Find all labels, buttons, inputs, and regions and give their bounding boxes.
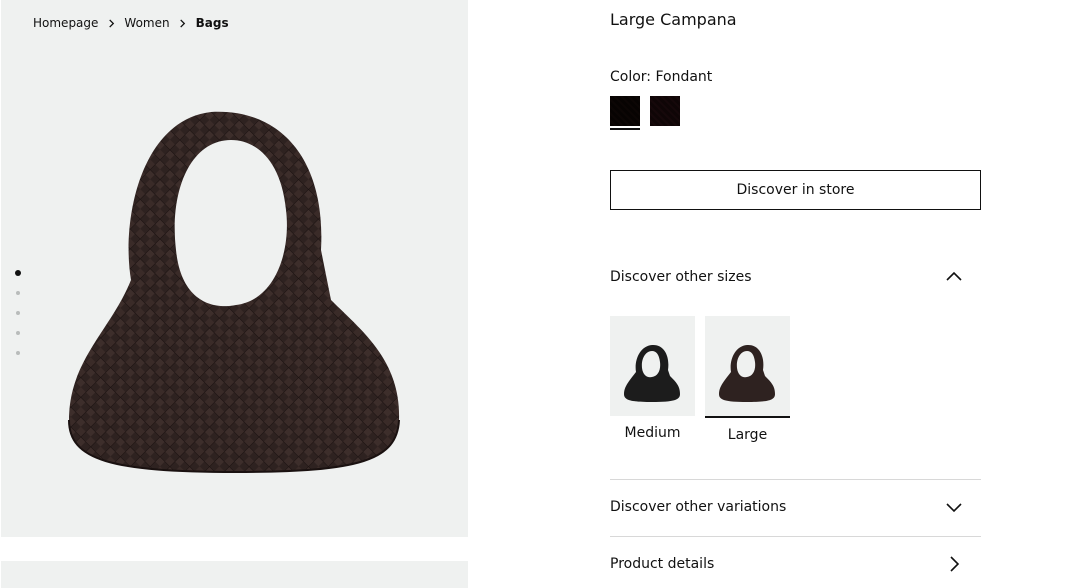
chevron-right-icon bbox=[170, 16, 196, 30]
breadcrumb-homepage[interactable]: Homepage bbox=[33, 16, 98, 30]
accordion-other-sizes[interactable]: Discover other sizes bbox=[610, 265, 981, 289]
size-medium-thumbnail bbox=[624, 344, 680, 402]
product-image-secondary[interactable] bbox=[1, 561, 468, 588]
gallery-dot-3[interactable] bbox=[16, 311, 20, 315]
size-label-medium: Medium bbox=[624, 425, 681, 441]
size-option-medium[interactable] bbox=[610, 316, 695, 416]
color-swatch-fondant[interactable] bbox=[610, 96, 640, 126]
product-details-label: Product details bbox=[610, 556, 715, 572]
chevron-up-icon bbox=[946, 271, 962, 281]
gallery-dot-1[interactable] bbox=[15, 270, 21, 276]
accordion-other-variations[interactable]: Discover other variations bbox=[610, 495, 981, 519]
product-title: Large Campana bbox=[610, 10, 737, 29]
gallery-dot-5[interactable] bbox=[16, 351, 20, 355]
breadcrumb: Homepage Women Bags bbox=[33, 16, 229, 30]
size-option-large[interactable] bbox=[705, 316, 790, 416]
chevron-right-icon bbox=[98, 16, 124, 30]
size-large-thumbnail bbox=[719, 344, 775, 402]
discover-in-store-button[interactable]: Discover in store bbox=[610, 170, 981, 210]
color-label: Color: Fondant bbox=[610, 69, 713, 85]
selected-swatch-indicator bbox=[610, 128, 640, 130]
divider bbox=[610, 479, 981, 480]
product-details-link[interactable]: Product details bbox=[610, 552, 981, 576]
color-swatch-alternate[interactable] bbox=[650, 96, 680, 126]
gallery-dot-2[interactable] bbox=[16, 291, 20, 295]
selected-size-indicator bbox=[705, 416, 790, 418]
breadcrumb-women[interactable]: Women bbox=[124, 16, 169, 30]
gallery-pagination-dots bbox=[15, 270, 21, 371]
chevron-right-icon bbox=[950, 556, 960, 572]
product-image bbox=[68, 111, 400, 474]
gallery-dot-4[interactable] bbox=[16, 331, 20, 335]
product-image-gallery[interactable]: Homepage Women Bags bbox=[1, 0, 468, 537]
accordion-other-variations-label: Discover other variations bbox=[610, 499, 787, 515]
divider bbox=[610, 536, 981, 537]
chevron-down-icon bbox=[946, 503, 962, 513]
accordion-other-sizes-label: Discover other sizes bbox=[610, 269, 752, 285]
size-label-large: Large bbox=[727, 427, 768, 443]
breadcrumb-bags: Bags bbox=[195, 16, 229, 30]
